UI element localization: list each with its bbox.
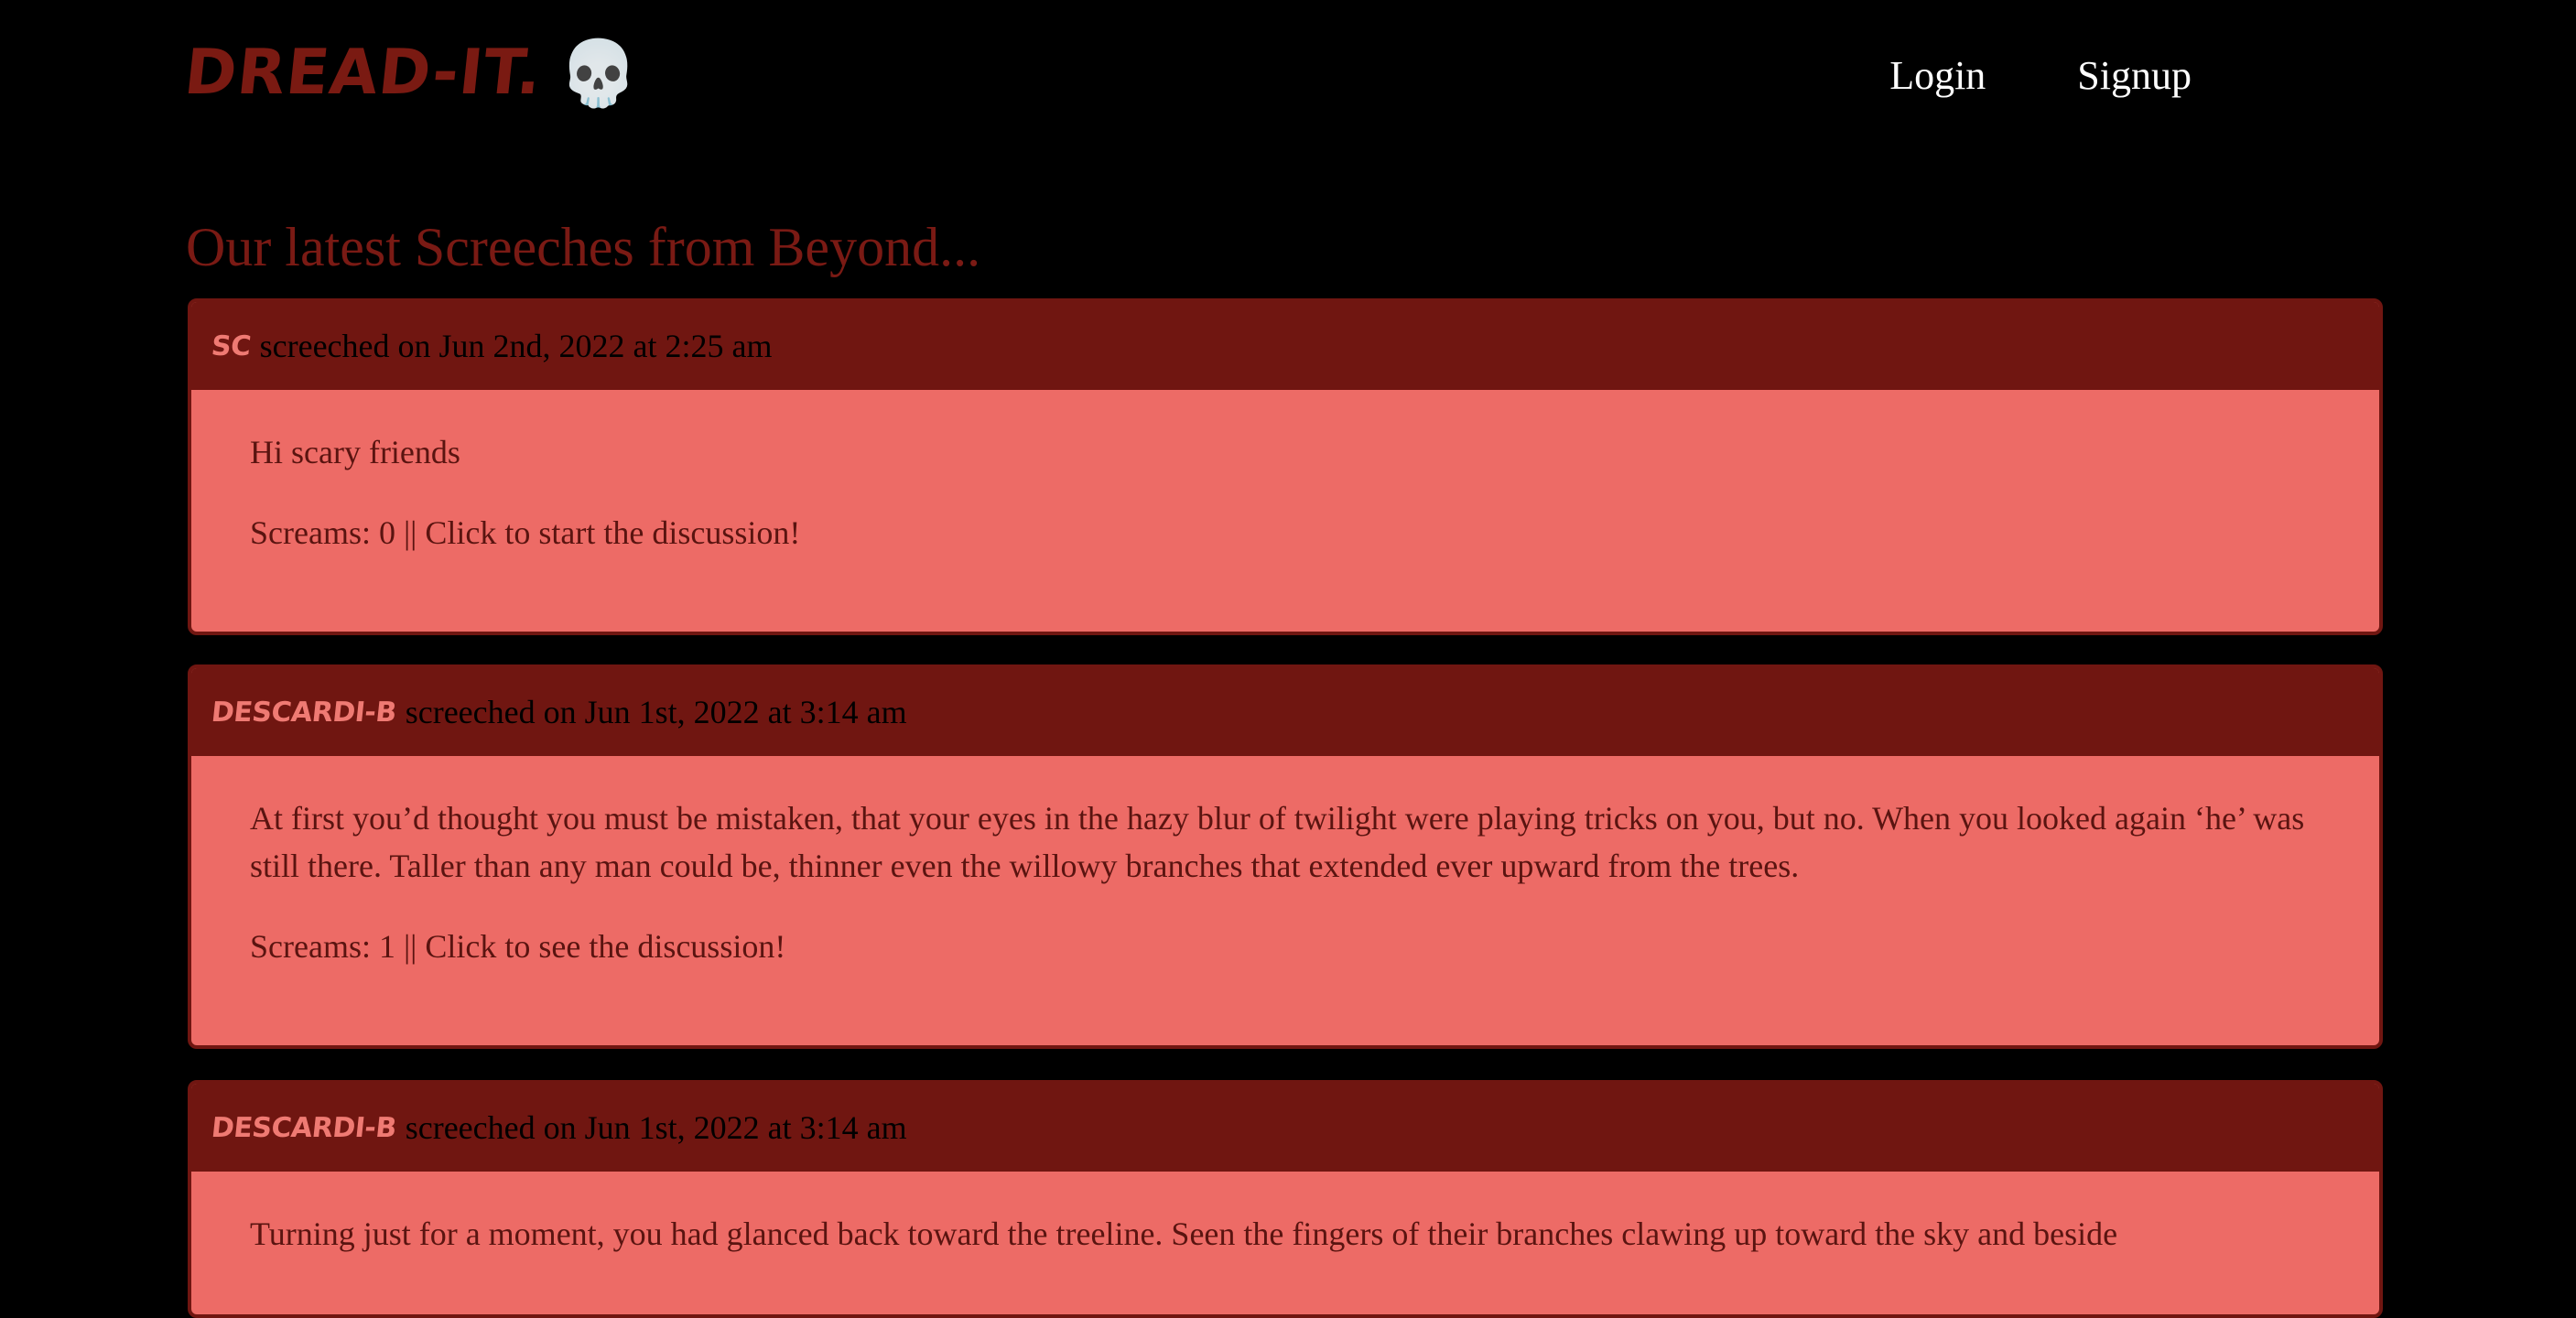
post-card: SC screeched on Jun 2nd, 2022 at 2:25 am…: [188, 298, 2383, 635]
brand-name[interactable]: Dread-It.: [181, 37, 546, 109]
post-card: descardi-b screeched on Jun 1st, 2022 at…: [188, 664, 2383, 1049]
post-screams-link[interactable]: Screams: 0 || Click to start the discuss…: [250, 509, 2321, 556]
post-header: SC screeched on Jun 2nd, 2022 at 2:25 am: [191, 302, 2379, 390]
post-card: descardi-b screeched on Jun 1st, 2022 at…: [188, 1080, 2383, 1318]
post-body[interactable]: Hi scary friends Screams: 0 || Click to …: [191, 390, 2379, 593]
post-text: Hi scary friends: [250, 434, 460, 470]
post-author[interactable]: descardi-b: [210, 1112, 397, 1144]
skull-icon: 💀: [558, 35, 639, 111]
post-body[interactable]: At first you’d thought you must be mista…: [191, 756, 2379, 1007]
post-text: Turning just for a moment, you had glanc…: [250, 1215, 2118, 1252]
top-nav: Login Signup: [1844, 48, 2237, 104]
post-body[interactable]: Turning just for a moment, you had glanc…: [191, 1172, 2379, 1294]
post-screams-link[interactable]: Screams: 1 || Click to see the discussio…: [250, 923, 2321, 970]
post-text: At first you’d thought you must be mista…: [250, 800, 2305, 884]
post-header: descardi-b screeched on Jun 1st, 2022 at…: [191, 1084, 2379, 1172]
signup-link[interactable]: Signup: [2031, 48, 2237, 104]
post-meta: screeched on Jun 2nd, 2022 at 2:25 am: [259, 328, 773, 364]
post-author[interactable]: descardi-b: [210, 697, 397, 729]
post-header: descardi-b screeched on Jun 1st, 2022 at…: [191, 668, 2379, 756]
post-author[interactable]: SC: [210, 330, 252, 362]
site-logo[interactable]: Dread-It. 💀: [181, 35, 639, 111]
post-meta: screeched on Jun 1st, 2022 at 3:14 am: [405, 1109, 907, 1146]
login-link[interactable]: Login: [1844, 48, 2031, 104]
page-title: Our latest Screeches from Beyond...: [186, 217, 981, 277]
post-meta: screeched on Jun 1st, 2022 at 3:14 am: [405, 694, 907, 730]
site-header: Dread-It. 💀 Login Signup: [0, 0, 2576, 156]
